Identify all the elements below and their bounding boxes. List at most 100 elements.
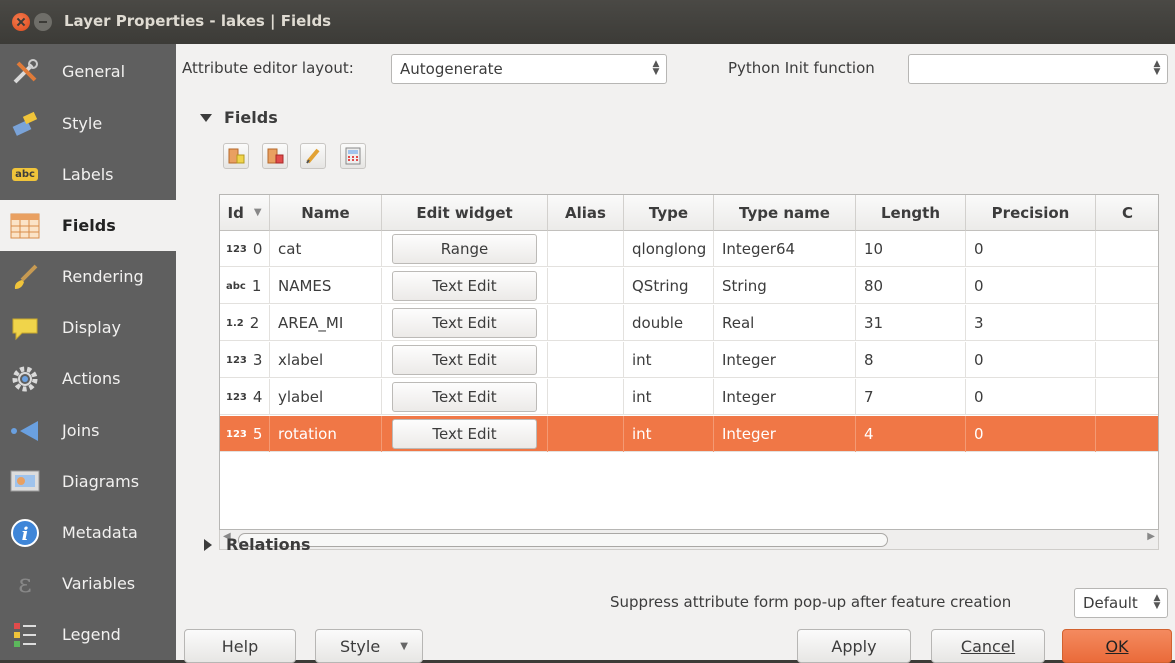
column-header-edit-widget[interactable]: Edit widget	[382, 195, 548, 231]
table-row[interactable]: abc 1 NAMES QString String 80 0 Text Edit	[220, 268, 1158, 304]
sidebar-item-metadata[interactable]: i Metadata	[0, 507, 176, 558]
sidebar-item-legend[interactable]: Legend	[0, 609, 176, 660]
sort-down-icon: ▼	[253, 207, 262, 218]
cell-type-name: String	[714, 268, 856, 304]
table-row[interactable]: 1.2 2 AREA_MI double Real 31 3 Text Edit	[220, 305, 1158, 341]
python-init-label: Python Init function	[728, 59, 875, 77]
cell-type-name: Real	[714, 305, 856, 341]
edit-widget-button[interactable]: Range	[392, 234, 537, 264]
sidebar-item-display[interactable]: Display	[0, 302, 176, 353]
close-window-button[interactable]	[12, 13, 30, 31]
table-row[interactable]: 123 0 cat qlonglong Integer64 10 0 Range	[220, 231, 1158, 267]
cell-alias[interactable]	[548, 416, 624, 452]
column-header-label: C	[1122, 203, 1134, 222]
cell-id: 123 3	[220, 342, 270, 378]
sidebar-item-label: General	[62, 62, 126, 81]
field-calculator-button[interactable]	[340, 143, 366, 169]
column-header-comment[interactable]: C	[1096, 195, 1158, 231]
edit-widget-button[interactable]: Text Edit	[392, 271, 537, 301]
horizontal-scrollbar[interactable]: ◀ ▶	[219, 530, 1159, 550]
toggle-editing-button[interactable]	[300, 143, 326, 169]
sidebar-item-fields[interactable]: Fields	[0, 200, 176, 251]
sidebar-item-variables[interactable]: ε Variables	[0, 558, 176, 609]
scroll-right-icon[interactable]: ▶	[1147, 531, 1155, 542]
epsilon-icon: ε	[18, 568, 32, 599]
sidebar-item-label: Metadata	[62, 523, 138, 542]
ok-button-label: OK	[1105, 636, 1129, 656]
sidebar-item-rendering[interactable]: Rendering	[0, 251, 176, 302]
ok-button[interactable]: OK	[1062, 629, 1172, 663]
edit-widget-button[interactable]: Text Edit	[392, 308, 537, 338]
column-header-id[interactable]: Id ▼	[220, 195, 270, 231]
cell-id: 123 4	[220, 379, 270, 415]
dropdown-arrow-icon: ▼	[400, 640, 408, 652]
cell-type-name: Integer64	[714, 231, 856, 267]
cancel-button[interactable]: Cancel	[931, 629, 1045, 663]
python-init-select[interactable]: ▲ ▼	[908, 54, 1168, 84]
cell-text: xlabel	[278, 351, 324, 369]
cell-alias[interactable]	[548, 342, 624, 378]
cell-text: double	[632, 314, 684, 332]
field-id: 5	[252, 425, 263, 443]
cell-comment	[1096, 416, 1158, 452]
sidebar-item-general[interactable]: General	[0, 46, 176, 97]
column-header-label: Length	[881, 203, 940, 222]
relations-section-toggle[interactable]: Relations	[204, 535, 311, 554]
new-field-button[interactable]	[223, 143, 249, 169]
minimize-window-button[interactable]	[34, 13, 52, 31]
column-header-length[interactable]: Length	[856, 195, 966, 231]
new-field-icon	[228, 148, 245, 164]
cell-alias[interactable]	[548, 231, 624, 267]
svg-text:i: i	[22, 524, 29, 545]
sidebar-item-diagrams[interactable]: Diagrams	[0, 456, 176, 507]
cell-alias[interactable]	[548, 379, 624, 415]
suppress-popup-value: Default	[1083, 594, 1138, 612]
delete-field-button[interactable]	[262, 143, 288, 169]
field-type-icon: abc	[226, 280, 246, 292]
cell-text: int	[632, 388, 652, 406]
column-header-alias[interactable]: Alias	[548, 195, 624, 231]
speech-bubble-icon	[10, 313, 40, 343]
sidebar-item-labels[interactable]: abc Labels	[0, 149, 176, 200]
column-header-type[interactable]: Type	[624, 195, 714, 231]
fields-table: Id ▼ Name Edit widget Alias Type Type na…	[219, 194, 1159, 530]
field-type-icon: 123	[226, 391, 247, 403]
fields-section-toggle[interactable]: Fields	[200, 108, 278, 127]
sidebar-item-actions[interactable]: Actions	[0, 353, 176, 404]
edit-widget-button[interactable]: Text Edit	[392, 382, 537, 412]
help-button-label: Help	[221, 636, 259, 656]
legend-icon	[10, 620, 40, 650]
edit-widget-button[interactable]: Text Edit	[392, 419, 537, 449]
table-row[interactable]: 123 4 ylabel int Integer 7 0 Text Edit	[220, 379, 1158, 415]
sidebar-item-style[interactable]: Style	[0, 98, 176, 149]
column-header-label: Type name	[739, 203, 830, 222]
column-header-precision[interactable]: Precision	[966, 195, 1096, 231]
suppress-popup-select[interactable]: Default ▲ ▼	[1074, 588, 1168, 618]
cell-text: QString	[632, 277, 689, 295]
column-header-name[interactable]: Name	[270, 195, 382, 231]
cell-text: Real	[722, 314, 755, 332]
cell-id: 1.2 2	[220, 305, 270, 341]
suppress-popup-label: Suppress attribute form pop-up after fea…	[610, 593, 1012, 611]
scrollbar-thumb[interactable]	[238, 533, 888, 547]
column-header-type-name[interactable]: Type name	[714, 195, 856, 231]
attribute-editor-layout-select[interactable]: Autogenerate ▲ ▼	[391, 54, 667, 84]
cell-alias[interactable]	[548, 268, 624, 304]
style-button[interactable]: Style ▼	[315, 629, 423, 663]
cell-text: 3	[974, 314, 984, 332]
cell-comment	[1096, 231, 1158, 267]
cell-comment	[1096, 342, 1158, 378]
title-bar: Layer Properties - lakes | Fields	[0, 0, 1175, 44]
calculator-icon	[345, 147, 361, 165]
table-row[interactable]: 123 5 rotation int Integer 4 0 Text Edit	[220, 416, 1158, 452]
cell-type: int	[624, 379, 714, 415]
cell-alias[interactable]	[548, 305, 624, 341]
expanded-triangle-icon	[200, 113, 212, 122]
edit-widget-button[interactable]: Text Edit	[392, 345, 537, 375]
sidebar-item-joins[interactable]: Joins	[0, 405, 176, 456]
cell-precision: 0	[966, 416, 1096, 452]
table-row[interactable]: 123 3 xlabel int Integer 8 0 Text Edit	[220, 342, 1158, 378]
help-button[interactable]: Help	[184, 629, 296, 663]
apply-button[interactable]: Apply	[797, 629, 911, 663]
cell-precision: 0	[966, 268, 1096, 304]
